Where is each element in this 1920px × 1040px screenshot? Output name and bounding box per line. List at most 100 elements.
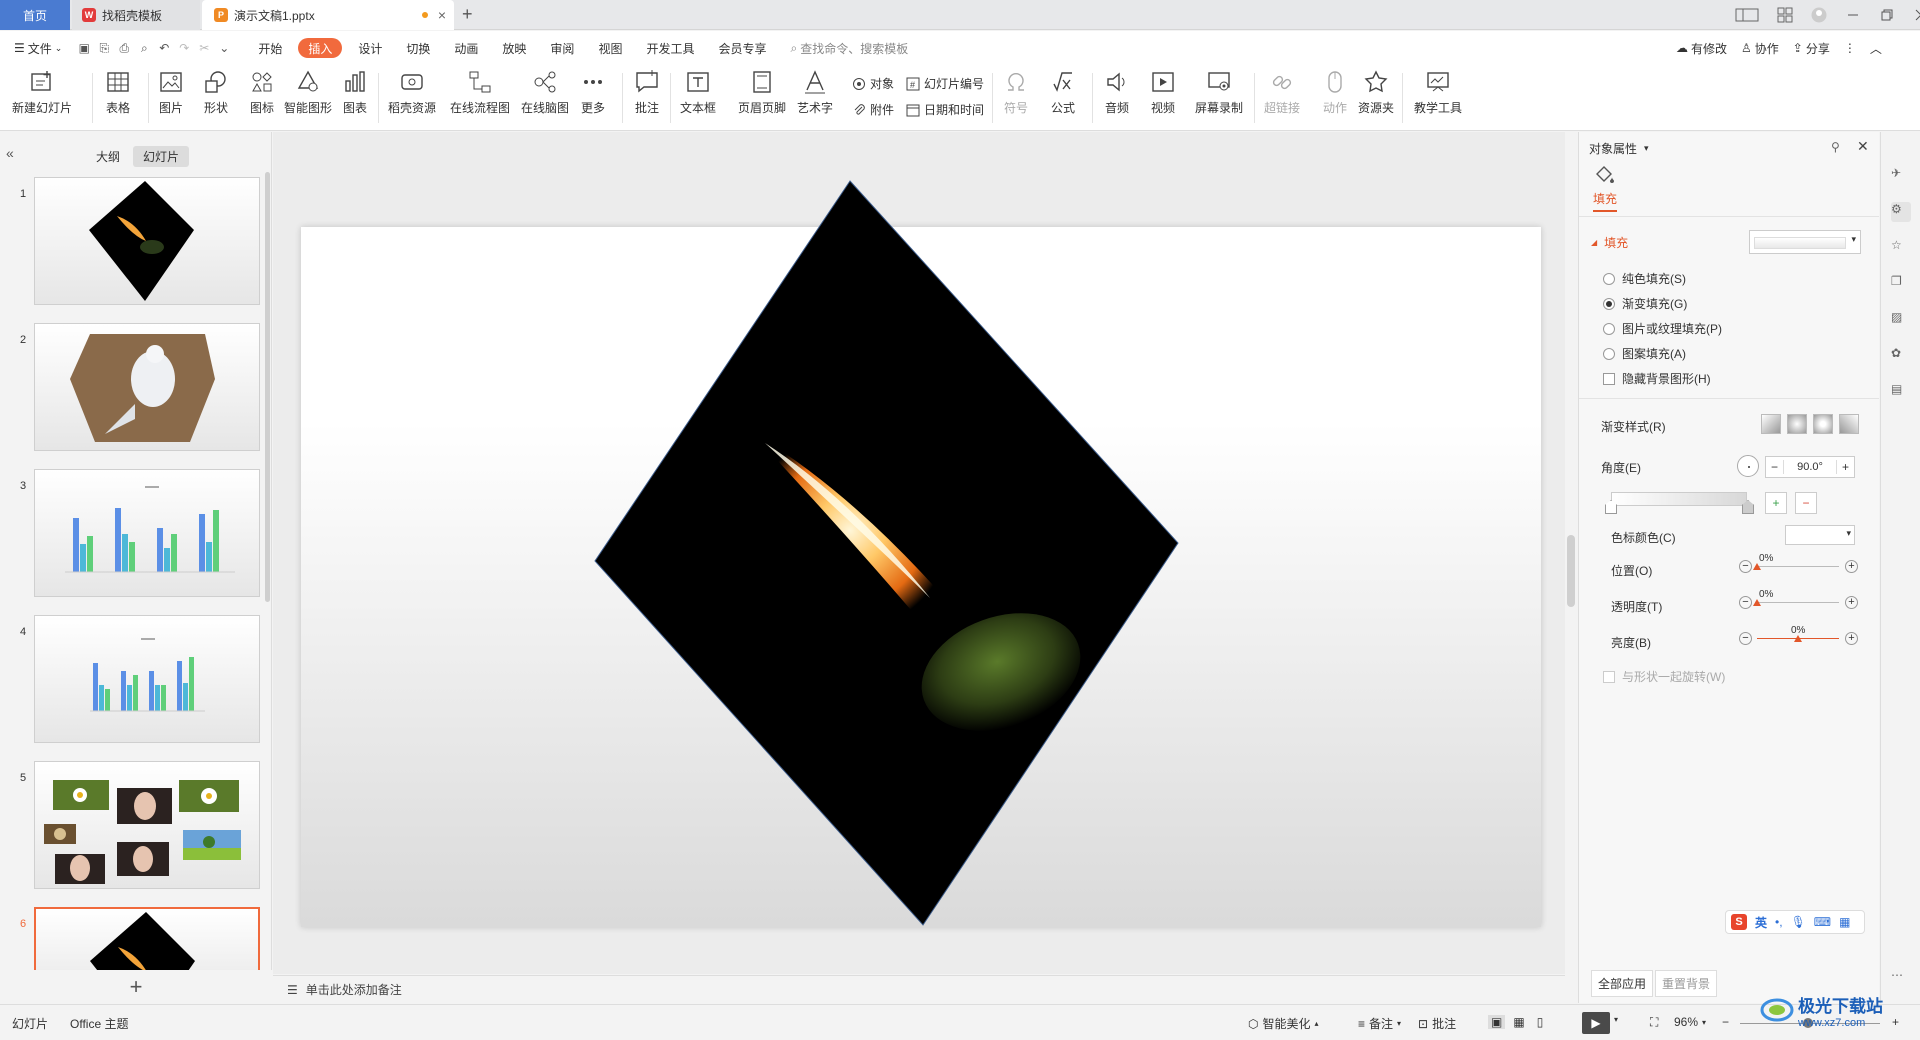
gradient-bar[interactable] (1611, 492, 1747, 506)
symbol-button[interactable]: 符号 (1003, 69, 1029, 116)
shape-button[interactable]: 形状 (203, 69, 229, 116)
transparency-slider[interactable]: − 0% + (1739, 589, 1859, 613)
status-theme[interactable]: Office 主题 (70, 1015, 128, 1032)
angle-stepper[interactable]: − 90.0° + (1765, 456, 1855, 478)
image-tool-icon[interactable]: ▨ (1891, 310, 1911, 330)
print-preview-icon[interactable]: ⌕ (134, 31, 154, 65)
menu-item-review[interactable]: 审阅 (538, 31, 586, 65)
zoom-level[interactable]: 96% ▾ (1674, 1015, 1706, 1029)
section-fill-header[interactable]: ◢ 填充 (1591, 234, 1628, 251)
menu-item-developer[interactable]: 开发工具 (634, 31, 706, 65)
slider-thumb[interactable] (1753, 563, 1761, 570)
gradient-rect-button[interactable] (1813, 414, 1833, 434)
icon-button[interactable]: 图标 (249, 69, 275, 116)
decrement-button[interactable]: − (1766, 460, 1784, 474)
new-slide-button[interactable]: 新建幻灯片 (12, 69, 72, 116)
wordart-button[interactable]: 艺术字 (797, 69, 833, 116)
datetime-button[interactable]: 日期和时间 (906, 101, 984, 118)
file-menu[interactable]: ☰ 文件 ⌄ (0, 31, 74, 65)
menu-item-transition[interactable]: 切换 (394, 31, 442, 65)
more-button[interactable]: 更多 (580, 69, 606, 116)
keyboard-icon[interactable]: ⌨ (1814, 915, 1831, 929)
slide-number-button[interactable]: # 幻灯片编号 (906, 75, 984, 92)
tab-home[interactable]: 首页 (0, 0, 70, 30)
rocket-icon[interactable]: ✈ (1891, 166, 1911, 186)
option-pattern-fill[interactable]: 图案填充(A) (1603, 345, 1686, 362)
zoom-out-icon[interactable]: − (1722, 1015, 1729, 1029)
tab-find-template[interactable]: W 找稻壳模板 (72, 0, 200, 30)
angle-dial[interactable] (1737, 455, 1759, 477)
new-tab-button[interactable]: + (462, 4, 473, 25)
command-search[interactable]: ⌕ 查找命令、搜索模板 (778, 31, 920, 65)
tab-fill[interactable]: 填充 (1593, 190, 1618, 212)
play-slideshow-button[interactable]: ▶ (1582, 1012, 1610, 1034)
remove-stop-button[interactable]: − (1795, 492, 1817, 514)
add-stop-button[interactable]: + (1765, 492, 1787, 514)
gradient-preset-dropdown[interactable]: ▾ (1749, 230, 1861, 254)
menu-item-animation[interactable]: 动画 (442, 31, 490, 65)
thumbnail-scrollbar[interactable] (265, 172, 270, 602)
reading-view-icon[interactable]: ▯ (1533, 1015, 1548, 1029)
minus-circle-icon[interactable]: − (1739, 632, 1752, 645)
punctuation-icon[interactable]: •, (1775, 915, 1783, 929)
close-window-icon[interactable] (1913, 7, 1920, 23)
avatar[interactable] (1811, 7, 1827, 23)
layout-icon[interactable] (1735, 7, 1759, 23)
redo-icon[interactable]: ↷ (174, 31, 194, 65)
minus-circle-icon[interactable]: − (1739, 560, 1752, 573)
slide-thumbnail-1[interactable] (34, 177, 260, 305)
mindmap-button[interactable]: 在线脑图 (521, 69, 569, 116)
slide-thumbnail-5[interactable] (34, 761, 260, 889)
object-button[interactable]: 对象 (852, 75, 894, 92)
slider-thumb[interactable] (1753, 599, 1761, 606)
slide-switch-icon[interactable]: ❐ (1891, 274, 1911, 294)
share-button[interactable]: ⇪ 分享 (1793, 40, 1830, 57)
slider-thumb[interactable] (1794, 635, 1802, 642)
editor-scroll-thumb[interactable] (1567, 535, 1575, 607)
smartart-button[interactable]: 智能图形 (284, 69, 332, 116)
more-vertical-icon[interactable]: ⋮ (1844, 41, 1856, 55)
rotate-with-shape-checkbox[interactable]: 与形状一起旋转(W) (1603, 668, 1725, 685)
candle-diamond-picture[interactable] (590, 178, 1180, 928)
plus-circle-icon[interactable]: + (1845, 596, 1858, 609)
close-panel-icon[interactable]: ✕ (1857, 138, 1869, 155)
hyperlink-button[interactable]: 超链接 (1264, 69, 1300, 116)
stop-color-picker[interactable]: ▾ (1785, 525, 1855, 545)
microphone-icon[interactable]: 🎙 (1791, 915, 1806, 929)
collapse-panel-icon[interactable]: « (6, 145, 14, 161)
video-button[interactable]: 视频 (1150, 69, 1176, 116)
pin-icon[interactable]: ⚲ (1831, 140, 1840, 154)
reset-background-button[interactable]: 重置背景 (1655, 970, 1718, 997)
resource-folder-button[interactable]: 资源夹 (1358, 69, 1394, 116)
plus-circle-icon[interactable]: + (1845, 632, 1858, 645)
menu-item-member[interactable]: 会员专享 (706, 31, 778, 65)
textbox-button[interactable]: 文本框 (680, 69, 716, 116)
menu-item-design[interactable]: 设计 (346, 31, 394, 65)
comment-button[interactable]: 批注 (634, 69, 660, 116)
properties-sliders-icon[interactable]: ⚙ (1891, 202, 1911, 222)
docer-resource-button[interactable]: 稻壳资源 (388, 69, 436, 116)
header-footer-button[interactable]: 页眉页脚 (738, 69, 786, 116)
angle-value[interactable]: 90.0° (1784, 461, 1836, 473)
ime-lang[interactable]: 英 (1755, 914, 1767, 931)
undo-icon[interactable]: ↶ (154, 31, 174, 65)
ime-toolbar[interactable]: S 英 •, 🎙 ⌨ ▦ (1725, 910, 1865, 934)
notes-bar[interactable]: ☰ 单击此处添加备注 (273, 975, 1565, 1003)
menu-item-insert[interactable]: 插入 (298, 38, 343, 58)
tab-document[interactable]: P 演示文稿1.pptx × (202, 0, 454, 30)
formula-button[interactable]: 公式 (1050, 69, 1076, 116)
smart-beautify-button[interactable]: ⬡ 智能美化 ▴ (1248, 1015, 1319, 1032)
panel-title[interactable]: 对象属性 ▾ (1589, 140, 1649, 157)
chevron-down-icon[interactable]: ▾ (1614, 1015, 1618, 1024)
action-button[interactable]: 动作 (1322, 69, 1348, 116)
table-button[interactable]: 表格 (105, 69, 131, 116)
slide-thumbnail-2[interactable] (34, 323, 260, 451)
comments-toggle-button[interactable]: ⊡ 批注 (1418, 1015, 1456, 1032)
position-slider[interactable]: − 0% + (1739, 553, 1859, 577)
plus-circle-icon[interactable]: + (1845, 560, 1858, 573)
book-icon[interactable]: ▤ (1891, 382, 1911, 402)
save-icon[interactable]: ▣ (74, 31, 94, 65)
option-solid-fill[interactable]: 纯色填充(S) (1603, 270, 1686, 287)
chart-button[interactable]: 图表 (342, 69, 368, 116)
ime-grid-icon[interactable]: ▦ (1839, 915, 1850, 929)
